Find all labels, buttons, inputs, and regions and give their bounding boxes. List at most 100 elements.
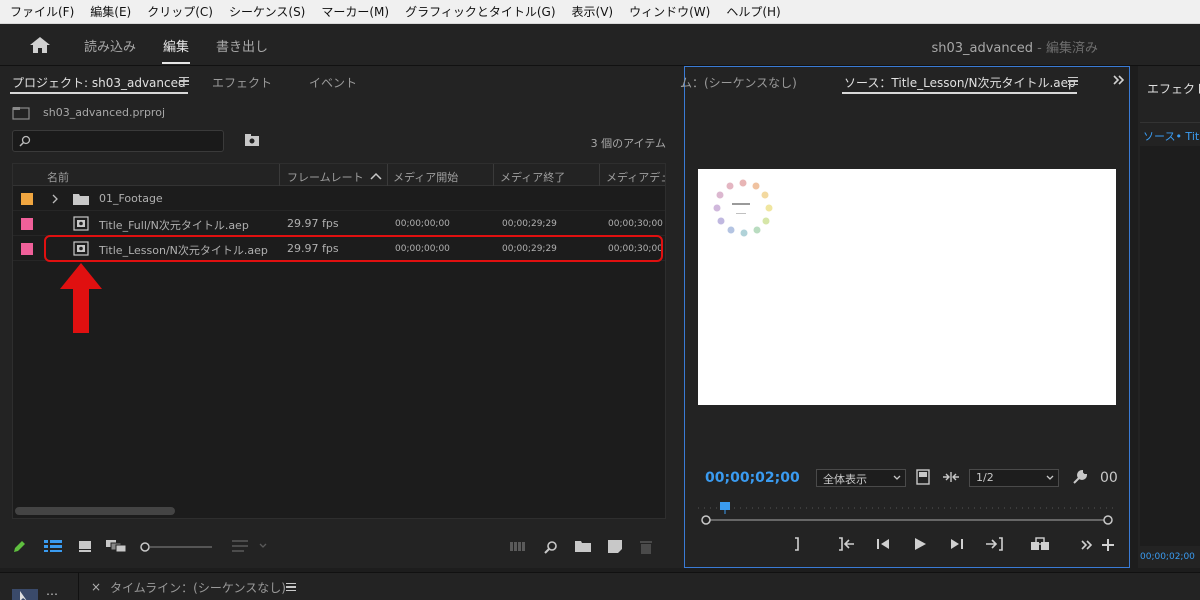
item-count: 3 個のアイテム: [590, 137, 666, 150]
tab-edit[interactable]: 編集: [163, 36, 189, 55]
menu-sequence[interactable]: シーケンス(S): [221, 3, 313, 20]
selection-tool-icon[interactable]: [12, 589, 38, 600]
automate-to-sequence-icon[interactable]: [510, 540, 526, 552]
find-icon[interactable]: [544, 540, 558, 554]
col-framerate[interactable]: フレームレート: [287, 169, 364, 185]
add-button-icon[interactable]: [1102, 539, 1114, 551]
timeline-panel: ⋯ × タイムライン：(シーケンスなし): [0, 572, 1200, 600]
menu-file[interactable]: ファイル(F): [2, 3, 82, 20]
table-header: 名前 フレームレート メディア開始 メディア終了 メディアデュ: [13, 164, 665, 186]
label-color[interactable]: [21, 193, 33, 205]
col-media-duration[interactable]: メディアデュ: [606, 169, 665, 185]
menu-graphics[interactable]: グラフィックとタイトル(G): [397, 3, 563, 20]
find-icon[interactable]: [244, 133, 260, 147]
time-ruler[interactable]: [698, 500, 1116, 530]
title-graphic-icon: [713, 179, 773, 237]
menu-view[interactable]: 表示(V): [564, 3, 622, 20]
chevron-right-icon[interactable]: [51, 194, 59, 204]
search-icon: [19, 135, 31, 147]
row-media-start: 00;00;00;00: [395, 219, 450, 229]
row-fps: 29.97 fps: [287, 217, 339, 230]
panel-menu-icon[interactable]: [286, 583, 296, 591]
wrench-icon[interactable]: [1072, 469, 1088, 485]
source-viewer[interactable]: [698, 169, 1116, 405]
trash-icon[interactable]: [640, 540, 652, 554]
tab-import[interactable]: 読み込み: [84, 36, 136, 55]
tab-effects[interactable]: エフェクト: [212, 74, 272, 91]
pencil-icon[interactable]: [12, 540, 26, 554]
double-chevron-right-icon[interactable]: [1113, 75, 1125, 85]
tab-export[interactable]: 書き出し: [216, 36, 268, 55]
project-file-icon: [12, 107, 30, 120]
row-media-duration: 00;00;30;00: [608, 219, 663, 229]
row-name: 01_Footage: [99, 192, 163, 205]
highlight-box: [44, 235, 663, 262]
menu-window[interactable]: ウィンドウ(W): [621, 3, 718, 20]
menu-clip[interactable]: クリップ(C): [139, 3, 221, 20]
horizontal-scrollbar[interactable]: [15, 507, 175, 515]
play-icon[interactable]: [913, 537, 927, 551]
col-media-start[interactable]: メディア開始: [393, 169, 458, 185]
tab-program[interactable]: ム：(シーケンスなし): [680, 74, 797, 91]
step-back-icon[interactable]: [876, 537, 890, 551]
menu-edit[interactable]: 編集(E): [82, 3, 139, 20]
tab-timeline[interactable]: タイムライン：(シーケンスなし): [110, 579, 286, 596]
tab-source[interactable]: ソース：Title_Lesson/N次元タイトル.aep: [844, 74, 1076, 91]
resolution-select[interactable]: 1/2: [969, 469, 1059, 487]
tab-effect-controls[interactable]: エフェクト: [1147, 80, 1200, 97]
folder-icon: [73, 194, 89, 205]
source-timecode[interactable]: 00;00;02;00: [705, 470, 800, 486]
go-to-in-icon[interactable]: [838, 537, 856, 551]
tab-project[interactable]: プロジェクト: sh03_advanced: [12, 74, 186, 91]
col-media-end[interactable]: メディア終了: [500, 169, 565, 185]
new-item-icon[interactable]: [608, 540, 622, 553]
icon-view-icon[interactable]: [78, 540, 92, 552]
divider: [676, 66, 684, 568]
up-arrow-icon: [60, 263, 102, 333]
sort-ascending-icon[interactable]: [370, 172, 382, 180]
list-view-icon[interactable]: [44, 540, 62, 552]
source-tab-underline: [842, 92, 1077, 94]
new-bin-icon[interactable]: [575, 540, 591, 552]
zoom-select[interactable]: 全体表示: [816, 469, 906, 487]
double-chevron-right-icon[interactable]: [1081, 539, 1093, 551]
mark-out-icon[interactable]: [794, 537, 802, 551]
freeform-view-icon[interactable]: [106, 540, 126, 552]
menu-marker[interactable]: マーカー(M): [313, 3, 397, 20]
menu-help[interactable]: ヘルプ(H): [718, 3, 788, 20]
zoom-slider[interactable]: [140, 541, 214, 553]
project-tab-underline: [10, 92, 188, 94]
search-input[interactable]: [12, 130, 224, 152]
label-color[interactable]: [21, 243, 33, 255]
ae-comp-icon: [73, 216, 89, 231]
label-color[interactable]: [21, 218, 33, 230]
panel-menu-icon[interactable]: [179, 77, 189, 85]
col-name[interactable]: 名前: [47, 169, 69, 185]
workspace-bar: 読み込み 編集 書き出し sh03_advanced - 編集済み: [0, 24, 1200, 66]
more-tools-icon[interactable]: ⋯: [46, 587, 58, 600]
menu-bar: ファイル(F) 編集(E) クリップ(C) シーケンス(S) マーカー(M) グ…: [0, 0, 1200, 24]
project-table: 名前 フレームレート メディア開始 メディア終了 メディアデュ 01_Foota…: [12, 163, 666, 519]
row-media-end: 00;00;29;29: [502, 219, 557, 229]
export-frame-icon[interactable]: [1030, 537, 1050, 551]
table-row[interactable]: Title_Full/N次元タイトル.aep 29.97 fps 00;00;0…: [13, 211, 665, 236]
trim-icon[interactable]: [942, 471, 960, 483]
sort-icon[interactable]: [232, 540, 268, 552]
chevron-down-icon: [1046, 475, 1054, 480]
close-icon[interactable]: ×: [91, 580, 101, 594]
panel-menu-icon[interactable]: [1068, 77, 1078, 85]
step-forward-icon[interactable]: [950, 537, 964, 551]
chevron-down-icon: [893, 475, 901, 480]
project-title: sh03_advanced - 編集済み: [931, 41, 1098, 56]
go-to-out-icon[interactable]: [985, 537, 1003, 551]
effect-controls-panel: エフェクト ソース• Titl 00;00;02;00: [1138, 66, 1200, 568]
active-tab-underline: [162, 62, 190, 64]
safe-margins-icon[interactable]: [916, 469, 930, 485]
row-name: Title_Full/N次元タイトル.aep: [99, 219, 249, 232]
effects-timecode: 00;00;02;00: [1140, 552, 1195, 562]
table-row[interactable]: 01_Footage: [13, 186, 665, 211]
project-path: sh03_advanced.prproj: [43, 106, 165, 119]
tab-events[interactable]: イベント: [309, 74, 357, 91]
home-icon[interactable]: [29, 36, 51, 54]
effects-source-label[interactable]: ソース• Titl: [1143, 128, 1200, 144]
